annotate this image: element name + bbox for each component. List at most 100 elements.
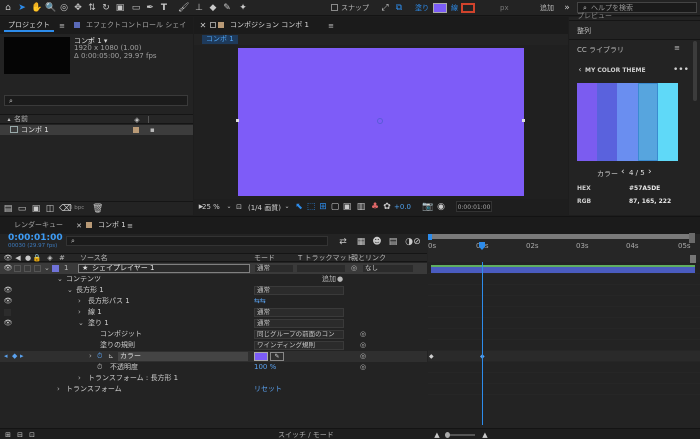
resolution-dropdown[interactable]: (1/4 画質) xyxy=(248,203,281,213)
trackmatte-box[interactable] xyxy=(296,264,346,273)
eye-icon[interactable]: 👁 xyxy=(3,285,13,295)
libraries-panel-label[interactable]: CC ライブラリ xyxy=(577,45,624,55)
pan-tool-icon[interactable]: ✥ xyxy=(73,3,83,13)
comp-mini-flowchart-icon[interactable]: ⇄ xyxy=(338,237,348,247)
rectangle-tool-icon[interactable]: ▭ xyxy=(131,3,141,13)
expression-pickwhip-icon[interactable]: ◎ xyxy=(360,329,366,340)
layer-label-color[interactable] xyxy=(52,265,59,272)
roi-icon[interactable]: ⬚ xyxy=(306,202,316,212)
current-timecode[interactable]: 0:00:01:00 xyxy=(8,233,63,243)
new-comp-icon[interactable]: ▣ xyxy=(31,204,41,214)
prev-keyframe-icon[interactable]: ◂ xyxy=(4,351,8,362)
swatch-1[interactable] xyxy=(577,83,597,161)
parent-dropdown[interactable]: なし xyxy=(362,264,414,273)
stopwatch-icon[interactable]: ⏱ xyxy=(97,351,102,362)
add-label[interactable]: 追加 xyxy=(540,3,554,13)
stroke-blend-dropdown[interactable]: 通常 xyxy=(254,308,344,317)
expand-arrow-icon[interactable]: ⌄ xyxy=(44,263,50,274)
solo-checkbox[interactable] xyxy=(24,265,31,272)
clone-stamp-icon[interactable]: ⊥ xyxy=(194,3,204,13)
fill-blend-dropdown[interactable]: 通常 xyxy=(254,319,344,328)
chevron-left-icon[interactable]: ‹ xyxy=(575,65,585,75)
camera-tool-icon[interactable]: ▣ xyxy=(115,3,125,13)
scrollbar[interactable] xyxy=(693,41,697,101)
fill-rule-dropdown[interactable]: ワインディング規則 xyxy=(254,341,344,350)
layer-end-marker[interactable] xyxy=(690,255,696,263)
expand-arrow-icon[interactable]: ⌄ xyxy=(67,285,73,296)
layer-duration-bar[interactable] xyxy=(431,265,695,273)
zoom-tool-icon[interactable]: 🔍 xyxy=(45,3,56,13)
rect-blend-dropdown[interactable]: 通常 xyxy=(254,286,344,295)
collapse-arrow-icon[interactable]: › xyxy=(78,296,81,307)
fast-previews-icon[interactable]: ⬉ xyxy=(294,202,304,212)
new-folder-icon[interactable]: ▭ xyxy=(17,204,27,214)
collapse-arrow-icon[interactable]: › xyxy=(78,307,81,318)
swatch-4-selected[interactable] xyxy=(638,83,658,161)
expression-pickwhip-icon[interactable]: ◎ xyxy=(360,362,366,373)
project-item-row[interactable]: コンポ 1 ▪ xyxy=(0,125,193,135)
expand-icon[interactable]: » xyxy=(562,3,572,13)
fill-label[interactable]: 塗り xyxy=(415,3,429,13)
safe-zones-icon[interactable]: ⊡ xyxy=(234,202,244,212)
mask-visibility-icon[interactable]: ▢ xyxy=(330,202,340,212)
next-keyframe-icon[interactable]: ▸ xyxy=(20,351,24,362)
collapse-arrow-icon[interactable]: › xyxy=(57,384,60,395)
path-direction-icon[interactable]: ⇆⇆ xyxy=(254,296,266,307)
zoom-slider[interactable] xyxy=(445,432,475,438)
fill-rule-row[interactable]: 塗りの規則 ワインディング規則 ◎ xyxy=(0,340,427,351)
color-value-swatch[interactable] xyxy=(254,352,268,361)
zoom-in-icon[interactable]: ▲ xyxy=(480,430,490,439)
graph-icon[interactable]: ⊾ xyxy=(108,351,114,362)
column-mode[interactable]: モード xyxy=(254,254,275,263)
eye-icon[interactable]: 👁 xyxy=(3,253,13,263)
hex-value[interactable]: #57A5DE xyxy=(629,185,660,192)
add-circle-icon[interactable]: ● xyxy=(337,274,343,285)
close-icon[interactable]: ✕ xyxy=(198,21,208,31)
swatch-2[interactable] xyxy=(597,83,617,161)
rect-path-row[interactable]: 👁 › 長方形パス 1 ⇆⇆ xyxy=(0,296,427,307)
exposure-value[interactable]: +0.0 xyxy=(394,203,411,211)
draft-3d-icon[interactable]: ▦ xyxy=(356,237,366,247)
lock-checkbox[interactable] xyxy=(34,265,41,272)
reset-link[interactable]: リセット xyxy=(254,384,282,395)
close-icon[interactable]: ✕ xyxy=(74,221,84,231)
label-color-chip[interactable] xyxy=(133,127,139,133)
opacity-row[interactable]: ⏱ 不透明度 100 % ◎ xyxy=(0,362,427,373)
menu-icon[interactable]: ≡ xyxy=(125,221,135,231)
composite-dropdown[interactable]: 同じグループの前面のコン xyxy=(254,330,344,339)
rect-group-row[interactable]: 👁 ⌄ 長方形 1 通常 xyxy=(0,285,427,296)
work-area-end-handle[interactable] xyxy=(689,233,695,243)
eyedropper-icon[interactable]: ✎ xyxy=(270,352,284,361)
time-ruler[interactable]: 0s 01s 02s 03s 04s 05s xyxy=(428,233,700,262)
column-source-name[interactable]: ソース名 xyxy=(80,254,108,263)
bpc-label[interactable]: 8 bpc xyxy=(69,205,84,211)
swatch-3[interactable] xyxy=(617,83,638,161)
snap-icon[interactable]: ⤢ xyxy=(380,3,390,13)
fill-color-swatch[interactable] xyxy=(433,3,447,13)
lock-icon[interactable] xyxy=(210,22,216,28)
contents-row[interactable]: ⌄ コンテンツ 追加 ● xyxy=(0,274,427,285)
type-tool-icon[interactable]: T xyxy=(159,3,169,13)
stroke-label[interactable]: 線 xyxy=(451,3,458,13)
layer-search-input[interactable]: ⌕ xyxy=(66,236,328,246)
rotate-tool-icon[interactable]: ↻ xyxy=(101,3,111,13)
show-snapshot-icon[interactable]: ◉ xyxy=(436,202,446,212)
puppet-tool-icon[interactable]: ✦ xyxy=(238,3,248,13)
menu-icon[interactable]: ≡ xyxy=(672,43,682,53)
project-search-input[interactable]: ⌕ xyxy=(4,95,188,106)
chevron-left-icon[interactable]: ‹ xyxy=(621,167,625,177)
dolly-tool-icon[interactable]: ⇅ xyxy=(87,3,97,13)
align-panel-label[interactable]: 整列 xyxy=(577,26,591,36)
view-icon[interactable]: ▥ xyxy=(356,202,366,212)
fill-row[interactable]: 👁 ⌄ 塗り 1 通常 xyxy=(0,318,427,329)
tab-composition[interactable]: コンポジション コンポ 1 xyxy=(226,17,313,34)
render-time-icon[interactable]: ⊞ xyxy=(3,430,13,439)
shy-layers-icon[interactable]: ☻ xyxy=(372,237,382,247)
eraser-tool-icon[interactable]: ◆ xyxy=(208,3,218,13)
column-parent[interactable]: 親とリンク xyxy=(351,254,386,263)
expression-pickwhip-icon[interactable]: ◎ xyxy=(360,351,366,362)
layer-row[interactable]: 👁 ⌄ 1 ★ シェイプレイヤー 1 通常 ◎ なし xyxy=(0,263,427,274)
lock-icon[interactable]: 🔒 xyxy=(32,253,42,263)
swatch-5[interactable] xyxy=(658,83,678,161)
tab-effect-controls[interactable]: エフェクトコントロール シェイプ xyxy=(82,17,193,46)
